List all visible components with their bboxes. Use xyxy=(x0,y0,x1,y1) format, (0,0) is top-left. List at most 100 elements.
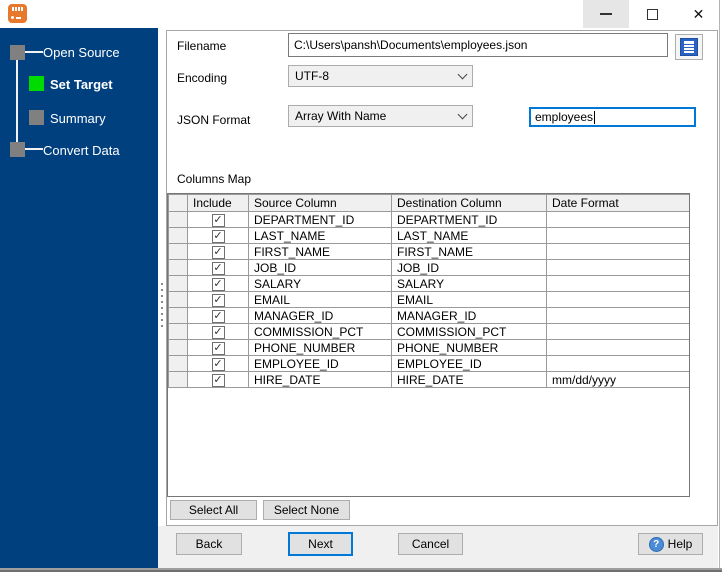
row-selector-cell[interactable] xyxy=(168,275,188,292)
include-cell: ✓ xyxy=(187,371,249,388)
source-column-cell[interactable]: HIRE_DATE xyxy=(248,371,392,388)
source-column-cell[interactable]: MANAGER_ID xyxy=(248,307,392,324)
include-checkbox[interactable]: ✓ xyxy=(211,325,225,339)
destination-column-cell[interactable]: PHONE_NUMBER xyxy=(391,339,547,356)
cancel-button[interactable]: Cancel xyxy=(398,533,463,555)
date-format-cell[interactable] xyxy=(546,323,689,340)
source-column-cell[interactable]: JOB_ID xyxy=(248,259,392,276)
step-label: Convert Data xyxy=(43,143,120,158)
step-label: Open Source xyxy=(43,45,120,60)
source-column-cell[interactable]: FIRST_NAME xyxy=(248,243,392,260)
include-checkbox[interactable]: ✓ xyxy=(211,213,225,227)
select-all-button[interactable]: Select All xyxy=(170,500,257,520)
destination-column-cell[interactable]: MANAGER_ID xyxy=(391,307,547,324)
encoding-select[interactable]: UTF-8 xyxy=(288,65,473,87)
date-format-cell[interactable] xyxy=(546,307,689,324)
destination-column-cell[interactable]: FIRST_NAME xyxy=(391,243,547,260)
help-icon: ? xyxy=(648,536,664,552)
destination-column-cell[interactable]: SALARY xyxy=(391,275,547,292)
source-column-cell[interactable]: COMMISSION_PCT xyxy=(248,323,392,340)
source-column-cell[interactable]: SALARY xyxy=(248,275,392,292)
table-row: ✓ FIRST_NAME FIRST_NAME xyxy=(168,243,689,260)
include-checkbox[interactable]: ✓ xyxy=(211,341,225,355)
date-format-cell[interactable] xyxy=(546,339,689,356)
maximize-icon xyxy=(646,8,658,20)
include-checkbox[interactable]: ✓ xyxy=(211,309,225,323)
source-column-cell[interactable]: DEPARTMENT_ID xyxy=(248,211,392,228)
date-format-cell[interactable] xyxy=(546,243,689,260)
close-icon: ✕ xyxy=(692,5,705,22)
help-button[interactable]: ? Help xyxy=(638,533,703,555)
source-column-header[interactable]: Source Column xyxy=(248,194,392,212)
date-format-cell[interactable] xyxy=(546,259,689,276)
splitter-grip-icon xyxy=(161,289,163,291)
close-button[interactable]: ✕ xyxy=(675,0,722,28)
step-marker-icon xyxy=(10,142,25,157)
row-selector-cell[interactable] xyxy=(168,211,188,228)
destination-column-cell[interactable]: COMMISSION_PCT xyxy=(391,323,547,340)
destination-column-cell[interactable]: DEPARTMENT_ID xyxy=(391,211,547,228)
row-selector-cell[interactable] xyxy=(168,259,188,276)
minimize-button[interactable] xyxy=(583,0,629,28)
date-format-cell[interactable] xyxy=(546,211,689,228)
destination-column-cell[interactable]: LAST_NAME xyxy=(391,227,547,244)
include-checkbox[interactable]: ✓ xyxy=(211,229,225,243)
include-checkbox[interactable]: ✓ xyxy=(211,277,225,291)
wizard-connector-line xyxy=(24,51,43,53)
sidebar-splitter[interactable] xyxy=(158,28,166,568)
source-column-cell[interactable]: LAST_NAME xyxy=(248,227,392,244)
row-selector-cell[interactable] xyxy=(168,307,188,324)
source-column-cell[interactable]: EMPLOYEE_ID xyxy=(248,355,392,372)
row-selector-cell[interactable] xyxy=(168,291,188,308)
date-format-cell[interactable] xyxy=(546,227,689,244)
include-checkbox[interactable]: ✓ xyxy=(211,293,225,307)
destination-column-cell[interactable]: HIRE_DATE xyxy=(391,371,547,388)
include-cell: ✓ xyxy=(187,227,249,244)
date-format-cell[interactable] xyxy=(546,355,689,372)
filename-label: Filename xyxy=(177,39,227,53)
grid-header-row: Include Source Column Destination Column… xyxy=(168,194,689,212)
wizard-connector-line xyxy=(24,148,43,150)
row-selector-cell[interactable] xyxy=(168,243,188,260)
include-checkbox[interactable]: ✓ xyxy=(211,373,225,387)
row-selector-cell[interactable] xyxy=(168,227,188,244)
destination-column-cell[interactable]: EMAIL xyxy=(391,291,547,308)
destination-column-cell[interactable]: EMPLOYEE_ID xyxy=(391,355,547,372)
source-column-cell[interactable]: EMAIL xyxy=(248,291,392,308)
splitter-grip-icon xyxy=(161,283,163,285)
columns-map-body: ✓ DEPARTMENT_ID DEPARTMENT_ID ✓ LAST_NAME LAS… xyxy=(168,211,689,388)
browse-file-button[interactable] xyxy=(675,34,703,60)
wizard-connector-line xyxy=(16,60,18,142)
include-checkbox[interactable]: ✓ xyxy=(211,357,225,371)
include-column-header[interactable]: Include xyxy=(187,194,249,212)
source-column-cell[interactable]: PHONE_NUMBER xyxy=(248,339,392,356)
include-checkbox[interactable]: ✓ xyxy=(211,261,225,275)
include-checkbox[interactable]: ✓ xyxy=(211,245,225,259)
back-button[interactable]: Back xyxy=(176,533,242,555)
date-format-cell[interactable] xyxy=(546,275,689,292)
splitter-grip-icon xyxy=(161,319,163,321)
destination-column-header[interactable]: Destination Column xyxy=(391,194,547,212)
row-selector-cell[interactable] xyxy=(168,355,188,372)
minimize-icon xyxy=(600,13,612,15)
date-format-cell[interactable] xyxy=(546,291,689,308)
json-format-select[interactable]: Array With Name xyxy=(288,105,473,127)
row-selector-cell[interactable] xyxy=(168,339,188,356)
select-none-button[interactable]: Select None xyxy=(263,500,350,520)
columns-map-grid: Include Source Column Destination Column… xyxy=(167,193,690,497)
step-marker-icon-active xyxy=(29,76,44,91)
date-format-cell[interactable]: mm/dd/yyyy xyxy=(546,371,689,388)
table-row: ✓ EMAIL EMAIL xyxy=(168,291,689,308)
next-button[interactable]: Next xyxy=(288,532,353,556)
table-row: ✓ DEPARTMENT_ID DEPARTMENT_ID xyxy=(168,211,689,228)
date-format-column-header[interactable]: Date Format xyxy=(546,194,689,212)
row-selector-cell[interactable] xyxy=(168,371,188,388)
destination-column-cell[interactable]: JOB_ID xyxy=(391,259,547,276)
splitter-grip-icon xyxy=(161,301,163,303)
app-icon-detail xyxy=(11,16,14,19)
maximize-button[interactable] xyxy=(629,0,675,28)
title-bar: ✕ xyxy=(0,0,722,28)
row-selector-cell[interactable] xyxy=(168,323,188,340)
array-name-input[interactable]: employees xyxy=(529,107,696,127)
filename-input[interactable] xyxy=(288,33,668,57)
